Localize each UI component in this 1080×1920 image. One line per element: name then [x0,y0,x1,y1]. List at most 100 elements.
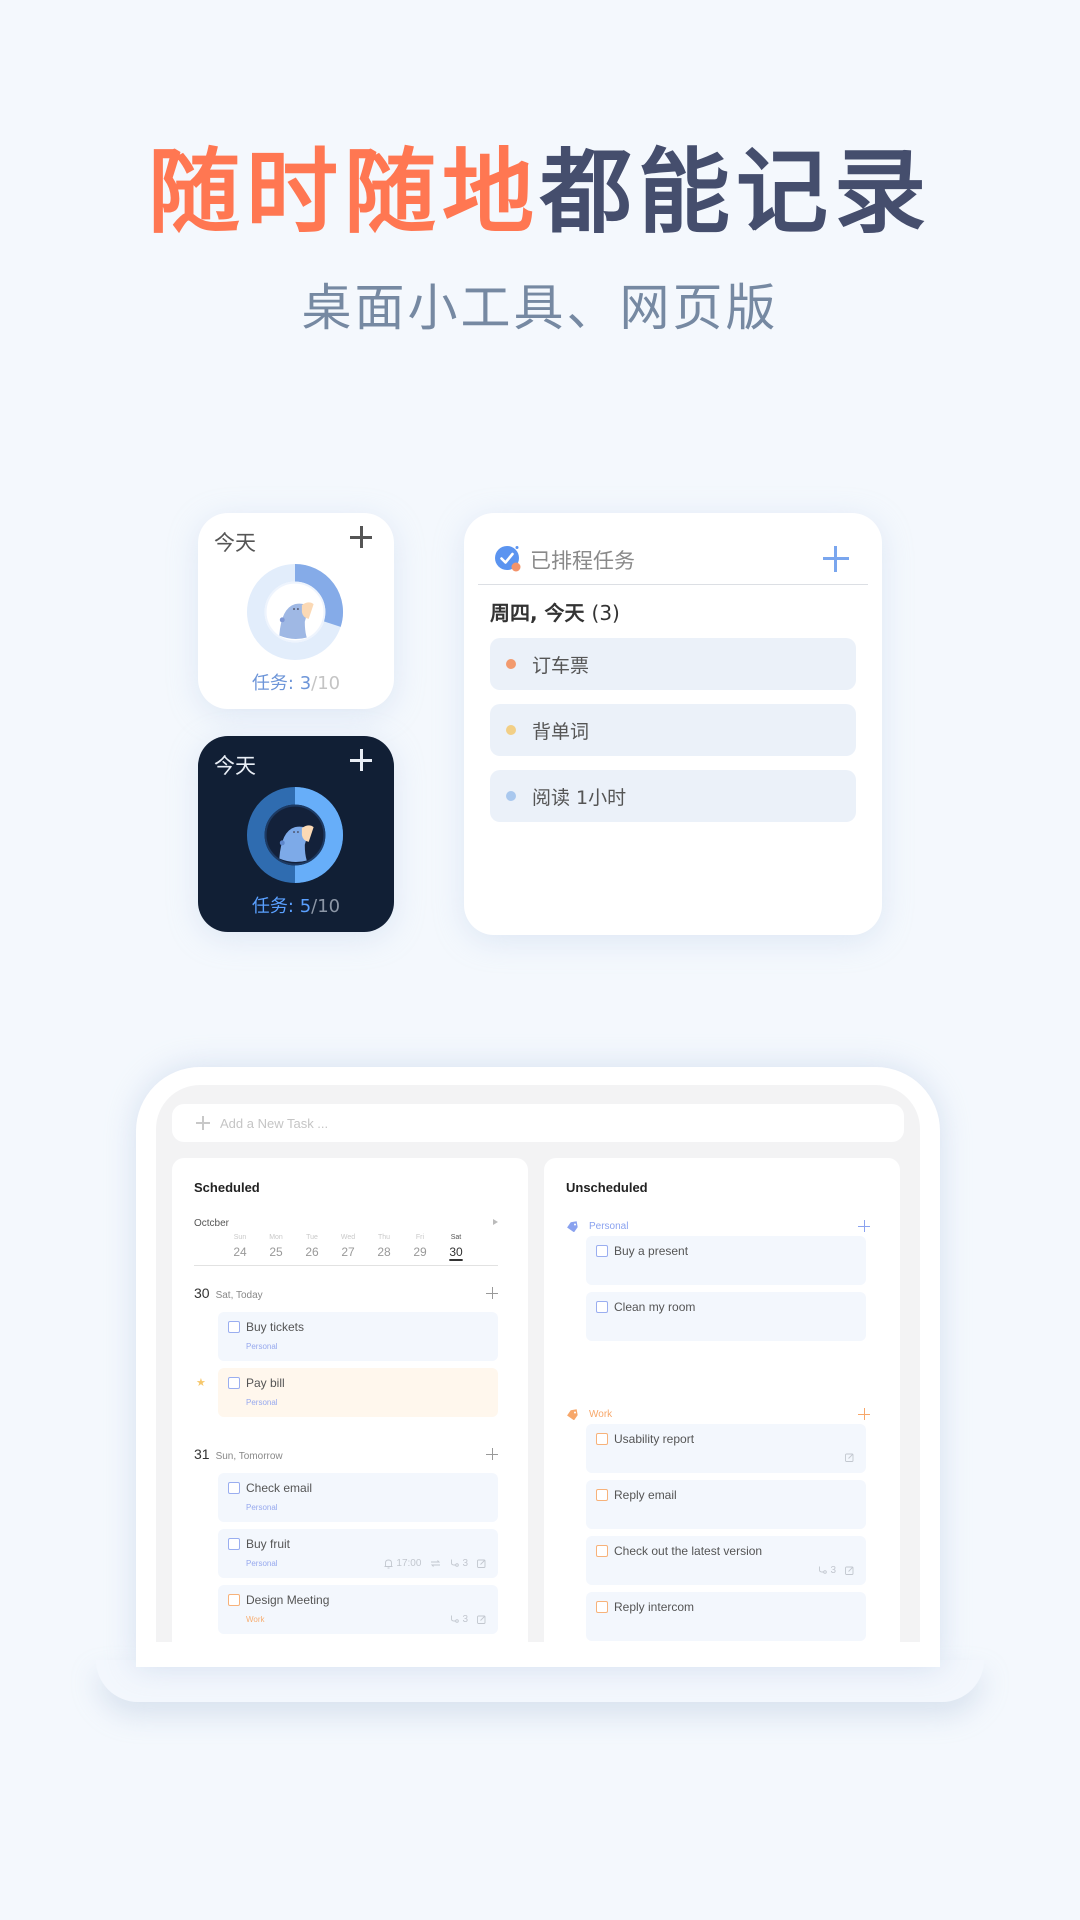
weekday-label: Mon [269,1234,283,1241]
weekday-label: Sat [450,1234,462,1241]
subtask-count: 3 [830,1565,836,1576]
task-checkbox[interactable] [228,1538,240,1550]
task-checkbox[interactable] [228,1594,240,1606]
plus-icon[interactable] [348,523,376,551]
task-card[interactable]: Check email Personal [218,1473,498,1522]
plus-icon [196,1116,210,1130]
category-label: Work [589,1408,613,1420]
task-meta: 17:00 3 [384,1558,486,1569]
task-checkbox[interactable] [228,1482,240,1494]
subtask-count: 3 [462,1558,468,1569]
weekday-label: Thu [377,1234,391,1241]
task-tag: Work [246,1615,265,1624]
day-number: 24 [233,1245,247,1259]
status-dot [506,791,516,801]
plus-icon[interactable] [486,1287,498,1299]
hero-title-accent: 随时随地 [147,139,540,246]
task-name: Usability report [614,1432,695,1446]
category-work[interactable]: Work [566,1406,870,1422]
task-checkbox[interactable] [596,1245,608,1257]
note-icon[interactable] [477,1615,486,1624]
week-strip: Sun 24 Mon 25 Tue 26 Wed 27 Thu 28 Fri 29 Sat 30 [194,1234,498,1266]
date-label: Sun, Tomorrow [215,1451,283,1462]
plus-icon[interactable] [348,746,376,774]
task-count-label: 任务: [251,673,300,694]
date-number: 31 [194,1446,210,1462]
note-icon[interactable] [845,1453,854,1462]
plus-icon[interactable] [858,1220,870,1232]
web-app-screen: Scheduled Octcber Sun 24 Mon 25 Tue 26 Wed 27 Th… [156,1085,920,1642]
day-number: 29 [413,1245,427,1259]
next-month-arrow-icon[interactable] [493,1219,498,1225]
week-day-tue[interactable]: Tue 26 [294,1234,330,1265]
scheduled-item[interactable]: 订车票 [490,638,856,690]
task-name: Check out the latest version [614,1544,763,1558]
category-personal[interactable]: Personal [566,1218,870,1234]
today-widget-dark[interactable]: 今天 任务: 5/10 [198,736,394,932]
task-count-total: /10 [311,896,341,917]
laptop-frame: Scheduled Octcber Sun 24 Mon 25 Tue 26 Wed 27 Th… [136,1067,940,1667]
task-checkbox[interactable] [228,1321,240,1333]
subtask-icon [819,1566,828,1574]
task-card[interactable]: Buy tickets Personal [218,1312,498,1361]
task-name: Buy a present [614,1244,689,1258]
week-day-sun[interactable]: Sun 24 [222,1234,258,1265]
task-checkbox[interactable] [596,1601,608,1613]
task-checkbox[interactable] [596,1489,608,1501]
week-day-thu[interactable]: Thu 28 [366,1234,402,1265]
scheduled-panel: Scheduled Octcber Sun 24 Mon 25 Tue 26 Wed 27 Th… [172,1158,528,1642]
task-card[interactable]: Reply email [586,1480,866,1529]
widget-header: 已排程任务 [478,525,868,585]
add-task-input[interactable] [220,1115,620,1131]
day-count: (3) [591,601,620,625]
task-card[interactable]: Buy a present [586,1236,866,1285]
add-task-bar[interactable] [172,1104,904,1142]
task-checkbox[interactable] [228,1377,240,1389]
scheduled-item[interactable]: 背单词 [490,704,856,756]
task-name: Check email [246,1481,313,1495]
panel-title: Scheduled [194,1180,260,1195]
task-count-done: 5 [299,896,312,917]
subtasks: 3 [818,1565,836,1576]
star-icon[interactable]: ★ [196,1376,206,1389]
weekday-label: Tue [306,1234,318,1241]
widget-title: 今天 [214,754,256,778]
item-label: 背单词 [532,720,590,743]
task-meta: 3 [818,1565,854,1576]
day-number: 27 [341,1245,355,1259]
week-day-sat[interactable]: Sat 30 [438,1234,474,1265]
plus-icon[interactable] [822,545,850,573]
weekday-label: Fri [415,1234,425,1241]
task-checkbox[interactable] [596,1545,608,1557]
note-icon[interactable] [477,1559,486,1568]
day-heading: 周四, 今天 (3) [490,597,620,626]
task-card[interactable]: Design Meeting Work 3 [218,1585,498,1634]
task-name: Reply email [614,1488,677,1502]
item-label: 订车票 [532,654,590,677]
task-name: Reply intercom [614,1600,695,1614]
note-icon[interactable] [845,1566,854,1575]
reminder: 17:00 [384,1558,421,1569]
scheduled-tasks-widget: 已排程任务 周四, 今天 (3) 订车票背单词阅读 1小时 [464,513,882,935]
task-tag: Personal [246,1342,278,1351]
week-day-fri[interactable]: Fri 29 [402,1234,438,1265]
task-name: Design Meeting [246,1593,330,1607]
plus-icon[interactable] [858,1408,870,1420]
week-day-mon[interactable]: Mon 25 [258,1234,294,1265]
task-card[interactable]: Pay bill Personal [218,1368,498,1417]
task-card[interactable]: Buy fruit Personal 17:00 3 [218,1529,498,1578]
task-card[interactable]: Reply intercom [586,1592,866,1641]
status-dot [506,725,516,735]
task-card[interactable]: Check out the latest version 3 [586,1536,866,1585]
hero-subtitle: 桌面小工具、网页版 [301,279,779,337]
task-card[interactable]: Usability report [586,1424,866,1473]
week-day-wed[interactable]: Wed 27 [330,1234,366,1265]
task-card[interactable]: Clean my room [586,1292,866,1341]
plus-icon[interactable] [486,1448,498,1460]
scheduled-item[interactable]: 阅读 1小时 [490,770,856,822]
task-count: 任务: 3/10 [198,669,394,695]
today-widget-light[interactable]: 今天 任务: 3/10 [198,513,394,709]
task-checkbox[interactable] [596,1301,608,1313]
check-circle-icon [495,546,521,572]
task-checkbox[interactable] [596,1433,608,1445]
